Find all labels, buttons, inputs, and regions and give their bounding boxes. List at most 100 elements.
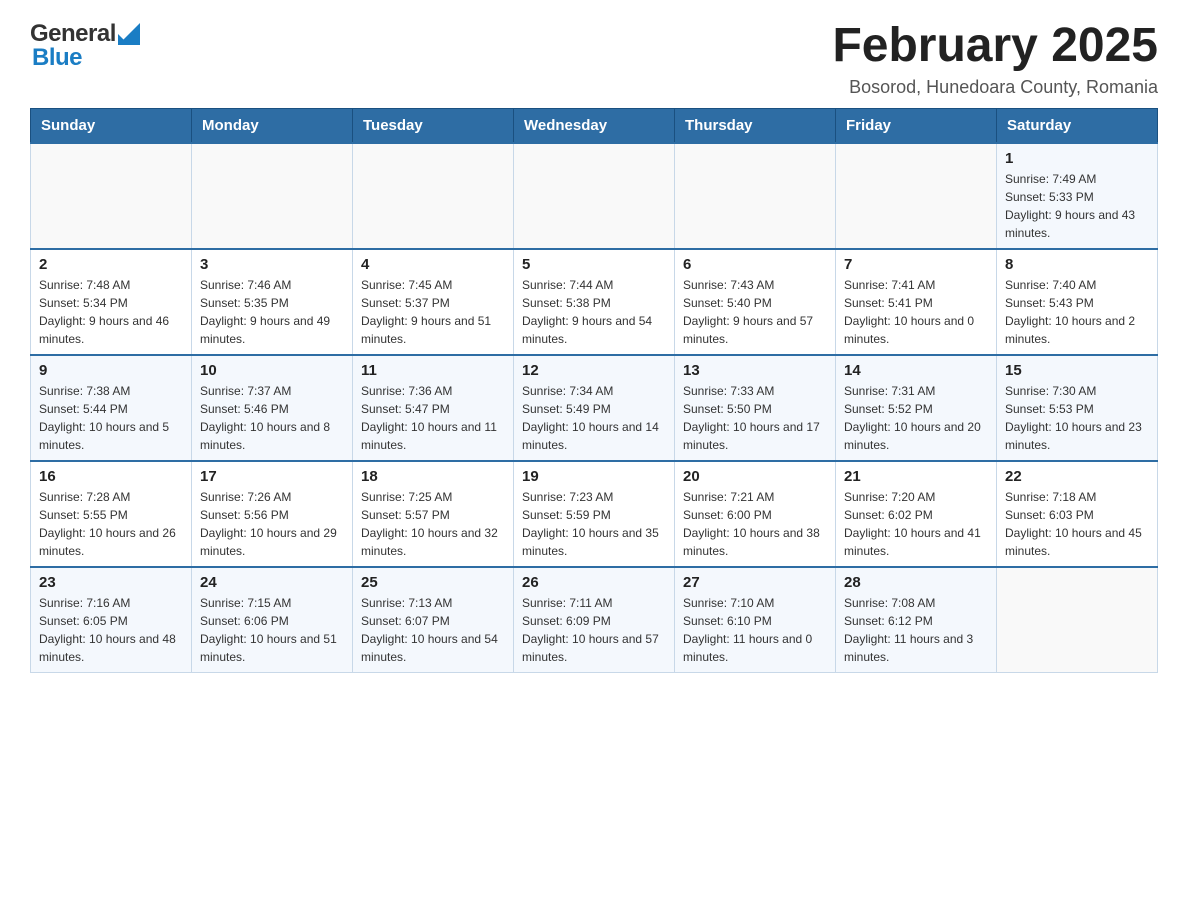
sunrise-text: Sunrise: 7:26 AM (200, 488, 344, 506)
sunset-text: Sunset: 5:37 PM (361, 294, 505, 312)
day-number: 23 (39, 574, 183, 591)
day-info: Sunrise: 7:45 AMSunset: 5:37 PMDaylight:… (361, 276, 505, 348)
calendar-cell (192, 143, 353, 249)
sunrise-text: Sunrise: 7:25 AM (361, 488, 505, 506)
daylight-text: Daylight: 11 hours and 0 minutes. (683, 630, 827, 666)
sunrise-text: Sunrise: 7:18 AM (1005, 488, 1149, 506)
day-number: 10 (200, 362, 344, 379)
daylight-text: Daylight: 10 hours and 26 minutes. (39, 524, 183, 560)
daylight-text: Daylight: 10 hours and 32 minutes. (361, 524, 505, 560)
day-info: Sunrise: 7:08 AMSunset: 6:12 PMDaylight:… (844, 594, 988, 666)
day-number: 25 (361, 574, 505, 591)
calendar-cell: 26 Sunrise: 7:11 AMSunset: 6:09 PMDayligh… (514, 567, 675, 673)
sunrise-text: Sunrise: 7:33 AM (683, 382, 827, 400)
calendar-cell (997, 567, 1158, 673)
calendar-cell: 4 Sunrise: 7:45 AMSunset: 5:37 PMDaylight… (353, 249, 514, 355)
header-monday: Monday (192, 108, 353, 143)
daylight-text: Daylight: 10 hours and 48 minutes. (39, 630, 183, 666)
sunrise-text: Sunrise: 7:20 AM (844, 488, 988, 506)
sunset-text: Sunset: 5:41 PM (844, 294, 988, 312)
logo-blue-text: Blue (32, 44, 82, 72)
calendar-cell: 19Sunrise: 7:23 AMSunset: 5:59 PMDayligh… (514, 461, 675, 567)
calendar-cell: 9Sunrise: 7:38 AMSunset: 5:44 PMDaylight… (31, 355, 192, 461)
sunset-text: Sunset: 6:12 PM (844, 612, 988, 630)
day-number: 8 (1005, 256, 1149, 273)
day-number: 26 (522, 574, 666, 591)
day-number: 18 (361, 468, 505, 485)
calendar-cell: 17Sunrise: 7:26 AMSunset: 5:56 PMDayligh… (192, 461, 353, 567)
day-info: Sunrise: 7:43 AMSunset: 5:40 PMDaylight:… (683, 276, 827, 348)
daylight-text: Daylight: 10 hours and 54 minutes. (361, 630, 505, 666)
calendar-week-row: 2Sunrise: 7:48 AMSunset: 5:34 PMDaylight… (31, 249, 1158, 355)
header-tuesday: Tuesday (353, 108, 514, 143)
daylight-text: Daylight: 9 hours and 54 minutes. (522, 312, 666, 348)
day-number: 17 (200, 468, 344, 485)
sunset-text: Sunset: 6:06 PM (200, 612, 344, 630)
sunrise-text: Sunrise: 7:37 AM (200, 382, 344, 400)
day-number: 27 (683, 574, 827, 591)
daylight-text: Daylight: 10 hours and 38 minutes. (683, 524, 827, 560)
sunrise-text: Sunrise: 7:43 AM (683, 276, 827, 294)
day-number: 11 (361, 362, 505, 379)
sunset-text: Sunset: 5:50 PM (683, 400, 827, 418)
daylight-text: Daylight: 10 hours and 51 minutes. (200, 630, 344, 666)
logo-icon (118, 23, 140, 45)
calendar-cell: 7Sunrise: 7:41 AMSunset: 5:41 PMDaylight… (836, 249, 997, 355)
sunrise-text: Sunrise: 7:48 AM (39, 276, 183, 294)
daylight-text: Daylight: 10 hours and 11 minutes. (361, 418, 505, 454)
day-info: Sunrise: 7:40 AMSunset: 5:43 PMDaylight:… (1005, 276, 1149, 348)
calendar-cell: 13Sunrise: 7:33 AMSunset: 5:50 PMDayligh… (675, 355, 836, 461)
sunset-text: Sunset: 5:43 PM (1005, 294, 1149, 312)
day-number: 28 (844, 574, 988, 591)
sunrise-text: Sunrise: 7:44 AM (522, 276, 666, 294)
sunset-text: Sunset: 6:00 PM (683, 506, 827, 524)
day-info: Sunrise: 7:11 AMSunset: 6:09 PMDaylight:… (522, 594, 666, 666)
day-info: Sunrise: 7:20 AMSunset: 6:02 PMDaylight:… (844, 488, 988, 560)
sunrise-text: Sunrise: 7:15 AM (200, 594, 344, 612)
daylight-text: Daylight: 10 hours and 14 minutes. (522, 418, 666, 454)
sunrise-text: Sunrise: 7:21 AM (683, 488, 827, 506)
day-number: 16 (39, 468, 183, 485)
sunset-text: Sunset: 5:53 PM (1005, 400, 1149, 418)
sunrise-text: Sunrise: 7:49 AM (1005, 170, 1149, 188)
sunset-text: Sunset: 5:44 PM (39, 400, 183, 418)
calendar-cell: 11 Sunrise: 7:36 AMSunset: 5:47 PMDayligh… (353, 355, 514, 461)
day-number: 24 (200, 574, 344, 591)
calendar-cell: 20Sunrise: 7:21 AMSunset: 6:00 PMDayligh… (675, 461, 836, 567)
calendar-cell: 1Sunrise: 7:49 AMSunset: 5:33 PMDaylight… (997, 143, 1158, 249)
header-friday: Friday (836, 108, 997, 143)
day-info: Sunrise: 7:46 AMSunset: 5:35 PMDaylight:… (200, 276, 344, 348)
sunrise-text: Sunrise: 7:41 AM (844, 276, 988, 294)
day-number: 14 (844, 362, 988, 379)
day-number: 7 (844, 256, 988, 273)
header-wednesday: Wednesday (514, 108, 675, 143)
daylight-text: Daylight: 9 hours and 49 minutes. (200, 312, 344, 348)
sunrise-text: Sunrise: 7:46 AM (200, 276, 344, 294)
calendar-subtitle: Bosorod, Hunedoara County, Romania (832, 77, 1158, 98)
day-info: Sunrise: 7:21 AMSunset: 6:00 PMDaylight:… (683, 488, 827, 560)
calendar-cell (836, 143, 997, 249)
calendar-cell: 28 Sunrise: 7:08 AMSunset: 6:12 PMDayligh… (836, 567, 997, 673)
sunrise-text: Sunrise: 7:08 AM (844, 594, 988, 612)
day-info: Sunrise: 7:49 AMSunset: 5:33 PMDaylight:… (1005, 170, 1149, 242)
calendar-cell: 21Sunrise: 7:20 AMSunset: 6:02 PMDayligh… (836, 461, 997, 567)
day-number: 4 (361, 256, 505, 273)
title-block: February 2025 Bosorod, Hunedoara County,… (832, 20, 1158, 98)
day-info: Sunrise: 7:30 AMSunset: 5:53 PMDaylight:… (1005, 382, 1149, 454)
header-sunday: Sunday (31, 108, 192, 143)
day-number: 3 (200, 256, 344, 273)
day-info: Sunrise: 7:13 AMSunset: 6:07 PMDaylight:… (361, 594, 505, 666)
daylight-text: Daylight: 10 hours and 35 minutes. (522, 524, 666, 560)
calendar-cell: 10Sunrise: 7:37 AMSunset: 5:46 PMDayligh… (192, 355, 353, 461)
day-info: Sunrise: 7:36 AMSunset: 5:47 PMDaylight:… (361, 382, 505, 454)
day-info: Sunrise: 7:15 AMSunset: 6:06 PMDaylight:… (200, 594, 344, 666)
sunrise-text: Sunrise: 7:45 AM (361, 276, 505, 294)
sunset-text: Sunset: 6:05 PM (39, 612, 183, 630)
daylight-text: Daylight: 10 hours and 2 minutes. (1005, 312, 1149, 348)
day-info: Sunrise: 7:33 AMSunset: 5:50 PMDaylight:… (683, 382, 827, 454)
calendar-week-row: 9Sunrise: 7:38 AMSunset: 5:44 PMDaylight… (31, 355, 1158, 461)
calendar-cell: 2Sunrise: 7:48 AMSunset: 5:34 PMDaylight… (31, 249, 192, 355)
sunset-text: Sunset: 5:40 PM (683, 294, 827, 312)
day-number: 5 (522, 256, 666, 273)
daylight-text: Daylight: 10 hours and 5 minutes. (39, 418, 183, 454)
